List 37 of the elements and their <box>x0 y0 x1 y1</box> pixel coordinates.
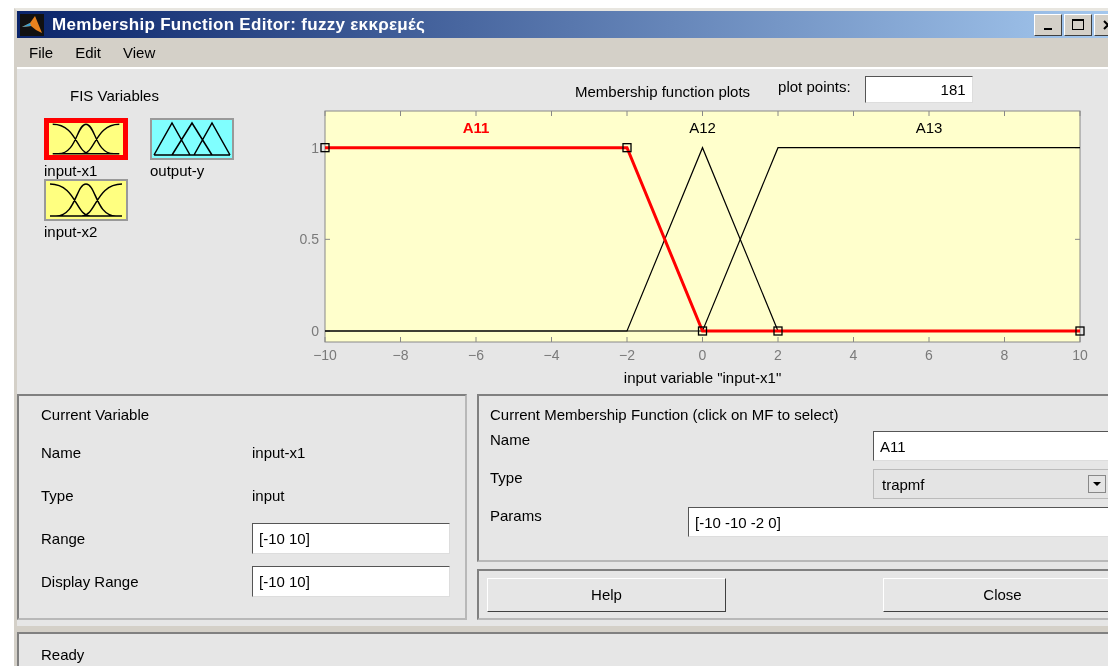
variable-name: input-x1 <box>252 444 306 461</box>
tick-label: −8 <box>392 347 409 363</box>
tick-label: 8 <box>1000 347 1009 363</box>
window-title: Membership Function Editor: fuzzy εκκρεμές <box>52 14 426 35</box>
tick-label: 0 <box>311 323 319 339</box>
tick-label: −2 <box>619 347 635 363</box>
field-label: plot points: <box>778 77 851 95</box>
field-label: Type <box>490 469 524 486</box>
tick-label: −6 <box>468 347 484 363</box>
field-label: Name <box>490 431 531 448</box>
tick-label: 1 <box>311 139 319 156</box>
tick-label: 0.5 <box>300 231 319 248</box>
tick-label: −10 <box>313 347 337 363</box>
variable-label: input-x1 <box>44 162 98 179</box>
tick-label: −4 <box>543 347 560 363</box>
tick-label: 0 <box>698 347 707 363</box>
tick-label: 6 <box>925 347 933 363</box>
curve-label: A11 <box>462 119 490 136</box>
plot-title: Membership function plots <box>575 82 751 100</box>
status-text: Ready <box>41 646 85 663</box>
tick-label: 10 <box>1072 347 1088 363</box>
panel-title: Current Variable <box>41 406 151 423</box>
field-label: Range <box>41 530 87 547</box>
field-label: Params <box>490 507 543 524</box>
curve-label: A13 <box>915 119 943 136</box>
section-title: FIS Variables <box>70 87 160 104</box>
variable-type: input <box>252 487 285 504</box>
curve-label: A12 <box>689 119 716 136</box>
axis-label: input variable "input-x1" <box>623 369 782 386</box>
field-label: Type <box>41 487 75 504</box>
variable-label: output-y <box>150 162 205 179</box>
field-label: Display Range <box>41 573 140 590</box>
tick-label: 2 <box>774 347 782 363</box>
variable-label: input-x2 <box>44 223 98 240</box>
field-label: Name <box>41 444 82 461</box>
tick-label: 4 <box>849 347 858 363</box>
panel-title: Current Membership Function (click on MF to select) <box>490 406 840 423</box>
